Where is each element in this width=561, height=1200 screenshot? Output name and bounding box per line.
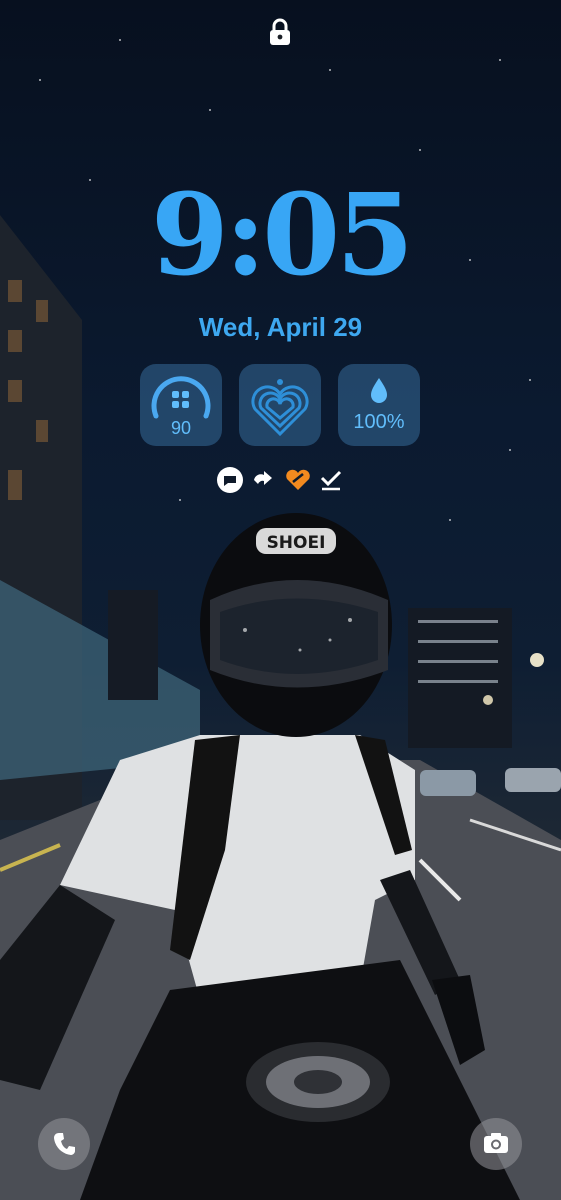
heart-rings-icon xyxy=(251,379,309,437)
helmet-brand-text: SHOEI xyxy=(267,533,326,553)
lock-icon xyxy=(270,18,290,45)
heart-app-icon xyxy=(284,466,312,494)
notification-icons-row[interactable] xyxy=(0,466,561,494)
camera-icon xyxy=(484,1133,508,1153)
lockscreen-date[interactable]: Wed, April 29 xyxy=(0,312,561,343)
lock-screen: SHOEI 9:05 Wed, April 29 90 100% xyxy=(0,0,561,1200)
gauge-value: 90 xyxy=(170,418,192,438)
phone-icon xyxy=(54,1133,75,1155)
battery-value: 100% xyxy=(353,411,405,433)
camera-shortcut-button[interactable] xyxy=(470,1118,522,1170)
chat-bubble-icon xyxy=(216,466,244,494)
lockscreen-clock[interactable]: 9:05 xyxy=(0,180,561,292)
checkmark-icon xyxy=(318,466,346,494)
phone-shortcut-button[interactable] xyxy=(38,1118,90,1170)
share-arrows-icon xyxy=(250,466,278,494)
battery-widget[interactable]: 100% xyxy=(338,364,420,446)
heart-activity-widget[interactable] xyxy=(239,364,321,446)
gauge-widget[interactable]: 90 xyxy=(140,364,222,446)
